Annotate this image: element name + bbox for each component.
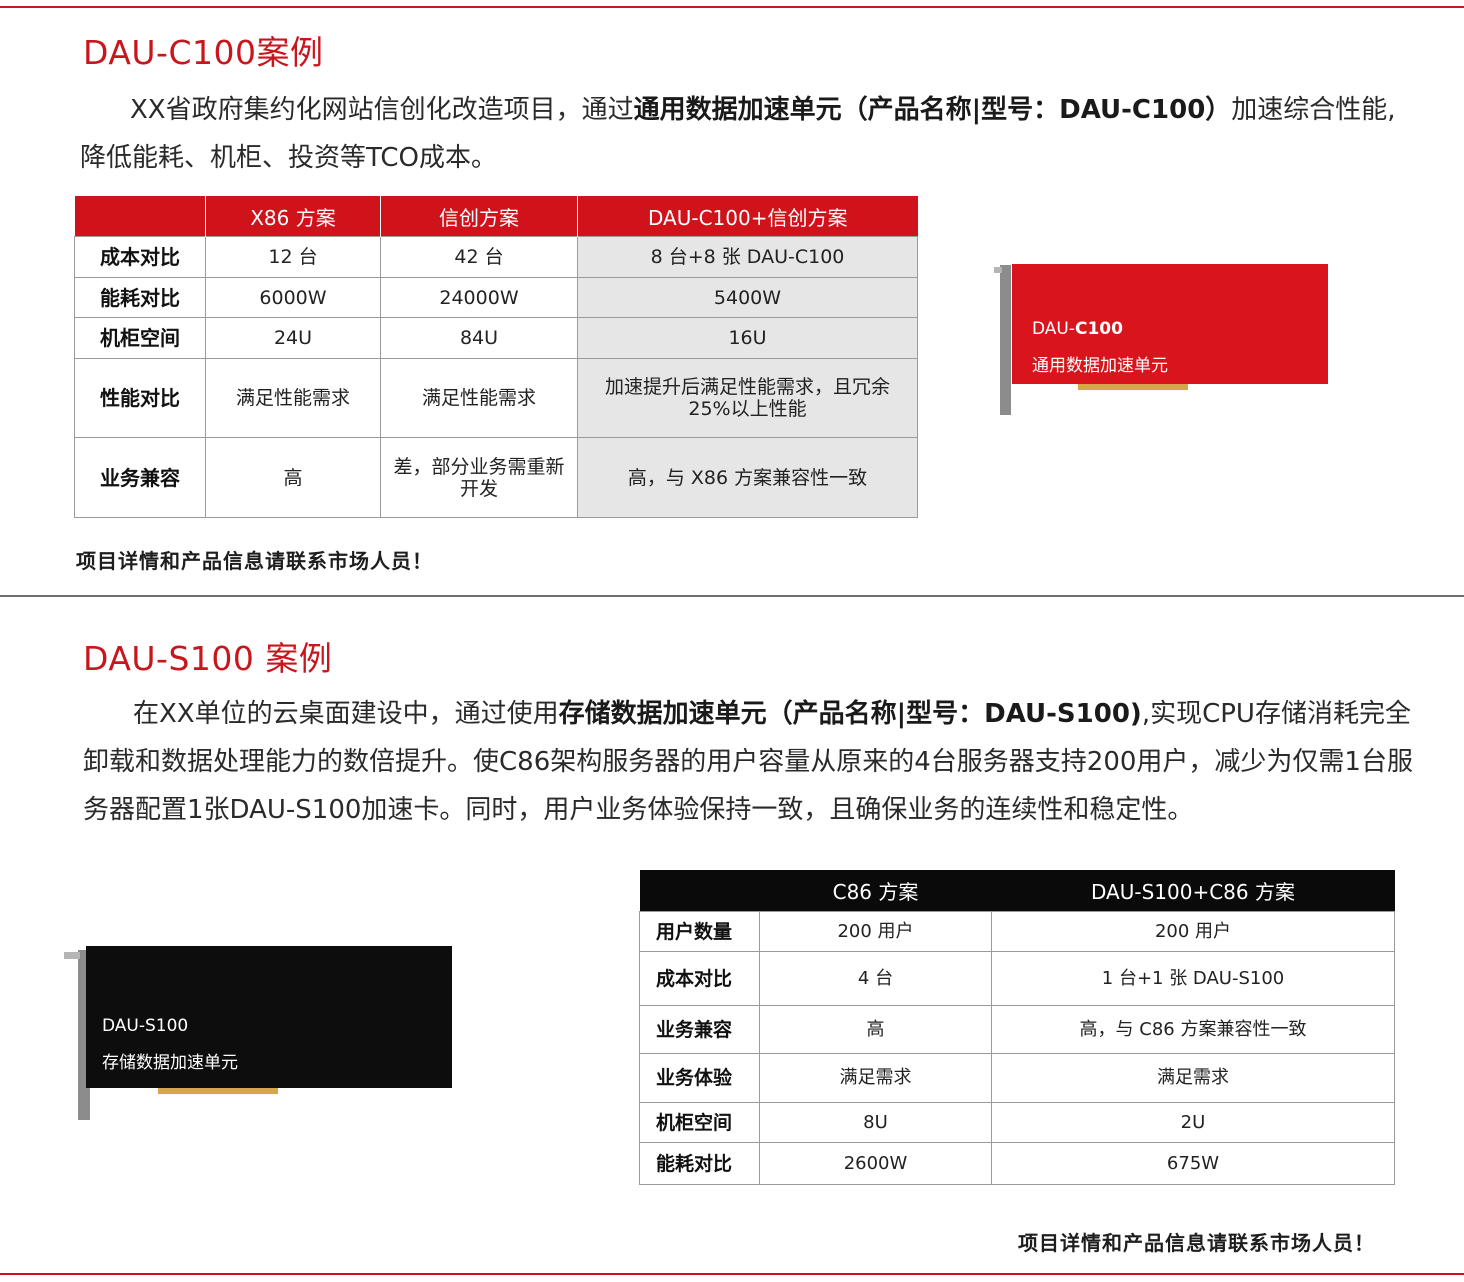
table-cell: 高，与 X86 方案兼容性一致 — [577, 437, 918, 518]
card-model-label: DAU-C100 — [1032, 319, 1123, 339]
table-header-cell — [74, 196, 206, 237]
case2-contact-note: 项目详情和产品信息请联系市场人员！ — [1018, 1231, 1375, 1255]
table-row: 用户数量 200 用户 200 用户 — [639, 911, 1395, 952]
table-cell: 200 用户 — [759, 911, 992, 952]
table-cell: 12 台 — [205, 236, 381, 278]
row-header: 性能对比 — [74, 358, 206, 438]
table-row: 机柜空间 24U 84U 16U — [74, 317, 918, 359]
table-cell: 24U — [205, 317, 381, 359]
table-row: 性能对比 满足性能需求 满足性能需求 加速提升后满足性能需求，且冗余 25%以上… — [74, 358, 918, 438]
bottom-divider — [0, 1273, 1464, 1275]
table-cell: 5400W — [577, 277, 918, 318]
table-row: 业务体验 满足需求 满足需求 — [639, 1053, 1395, 1103]
table-cell: 24000W — [380, 277, 578, 318]
table-row: 机柜空间 8U 2U — [639, 1102, 1395, 1143]
row-header: 成本对比 — [74, 236, 206, 278]
table-row: 成本对比 12 台 42 台 8 台+8 张 DAU-C100 — [74, 236, 918, 278]
case1-title: DAU-C100案例 — [83, 33, 324, 72]
table-cell: 8U — [759, 1102, 992, 1143]
table-row: 业务兼容 高 差，部分业务需重新开发 高，与 X86 方案兼容性一致 — [74, 437, 918, 518]
table-header-cell: X86 方案 — [205, 196, 381, 237]
case2-title: DAU-S100 案例 — [83, 639, 333, 678]
table-header-cell: DAU-C100+信创方案 — [577, 196, 918, 237]
table-row: 业务兼容 高 高，与 C86 方案兼容性一致 — [639, 1005, 1395, 1054]
table-cell: 675W — [991, 1142, 1395, 1185]
table-cell: 84U — [380, 317, 578, 359]
table-cell: 8 台+8 张 DAU-C100 — [577, 236, 918, 278]
table-cell: 满足性能需求 — [380, 358, 578, 438]
table-header-row: C86 方案 DAU-S100+C86 方案 — [639, 870, 1395, 912]
card-bracket-tab — [64, 952, 80, 959]
row-header: 能耗对比 — [74, 277, 206, 318]
card-bracket — [1000, 265, 1011, 415]
table-cell: 4 台 — [759, 951, 992, 1006]
table-cell: 差，部分业务需重新开发 — [380, 437, 578, 518]
case1-paragraph: XX省政府集约化网站信创化改造项目，通过通用数据加速单元（产品名称|型号：DAU… — [80, 95, 1396, 173]
case1-comparison-table: X86 方案 信创方案 DAU-C100+信创方案 成本对比 12 台 42 台… — [74, 196, 918, 518]
table-cell: 2U — [991, 1102, 1395, 1143]
row-header: 成本对比 — [639, 951, 760, 1006]
table-header-cell: C86 方案 — [759, 870, 992, 912]
row-header: 能耗对比 — [639, 1142, 760, 1185]
row-header: 机柜空间 — [639, 1102, 760, 1143]
table-cell: 高，与 C86 方案兼容性一致 — [991, 1005, 1395, 1054]
case2-comparison-table: C86 方案 DAU-S100+C86 方案 用户数量 200 用户 200 用… — [639, 870, 1395, 1185]
table-header-cell — [639, 870, 760, 912]
table-cell: 高 — [759, 1005, 992, 1054]
top-divider — [0, 6, 1464, 8]
case2-paragraph: 在XX单位的云桌面建设中，通过使用存储数据加速单元（产品名称|型号：DAU-S1… — [83, 699, 1413, 825]
table-header-cell: 信创方案 — [380, 196, 578, 237]
card-description: 通用数据加速单元 — [1032, 356, 1168, 376]
table-cell: 加速提升后满足性能需求，且冗余 25%以上性能 — [577, 358, 918, 438]
row-header: 机柜空间 — [74, 317, 206, 359]
row-header: 业务体验 — [639, 1053, 760, 1103]
dau-s100-card-image: DAU-S100 存储数据加速单元 — [60, 938, 460, 1128]
table-row: 成本对比 4 台 1 台+1 张 DAU-S100 — [639, 951, 1395, 1006]
table-row: 能耗对比 2600W 675W — [639, 1142, 1395, 1185]
table-cell: 42 台 — [380, 236, 578, 278]
card-bracket-tab — [994, 267, 1002, 273]
card-connector — [1078, 384, 1188, 390]
case1-contact-note: 项目详情和产品信息请联系市场人员！ — [76, 549, 433, 573]
table-header-row: X86 方案 信创方案 DAU-C100+信创方案 — [74, 196, 918, 237]
dau-c100-card-image: DAU-C100 通用数据加速单元 — [990, 255, 1335, 420]
table-cell: 高 — [205, 437, 381, 518]
table-cell: 16U — [577, 317, 918, 359]
table-cell: 满足性能需求 — [205, 358, 381, 438]
table-cell: 满足需求 — [759, 1053, 992, 1103]
table-row: 能耗对比 6000W 24000W 5400W — [74, 277, 918, 318]
table-header-cell: DAU-S100+C86 方案 — [991, 870, 1395, 912]
row-header: 用户数量 — [639, 911, 760, 952]
row-header: 业务兼容 — [639, 1005, 760, 1054]
section-divider — [0, 595, 1464, 597]
card-connector — [158, 1088, 278, 1094]
card-description: 存储数据加速单元 — [102, 1053, 238, 1073]
table-cell: 2600W — [759, 1142, 992, 1185]
row-header: 业务兼容 — [74, 437, 206, 518]
table-cell: 1 台+1 张 DAU-S100 — [991, 951, 1395, 1006]
table-cell: 满足需求 — [991, 1053, 1395, 1103]
card-model-label: DAU-S100 — [102, 1016, 189, 1036]
table-cell: 200 用户 — [991, 911, 1395, 952]
table-cell: 6000W — [205, 277, 381, 318]
